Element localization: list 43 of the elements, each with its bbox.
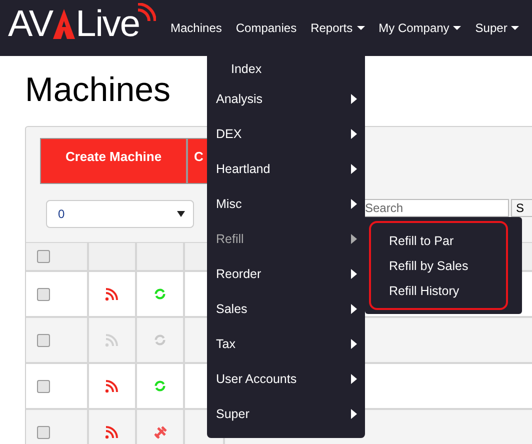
nav-link[interactable]: Reports	[304, 21, 372, 35]
menu-item[interactable]: Heartland	[207, 151, 365, 186]
menu-item[interactable]: User Accounts	[207, 361, 365, 396]
arrow-right-icon	[351, 268, 357, 278]
page-title: Machines	[25, 70, 171, 110]
menu-item[interactable]: Analysis	[207, 81, 365, 116]
arrow-right-icon	[351, 164, 357, 174]
arrow-right-icon	[351, 408, 357, 418]
arrow-right-icon	[351, 198, 357, 208]
arrow-right-icon	[351, 128, 357, 138]
signal-logo-icon	[138, 3, 156, 21]
triangle-logo-icon	[52, 9, 75, 39]
arrow-right-icon	[351, 94, 357, 104]
arrow-right-icon	[351, 234, 357, 244]
logo-text: AV	[8, 7, 53, 41]
submenu-item[interactable]: Refill to Par	[389, 234, 506, 248]
nav-link[interactable]: My Company	[372, 21, 468, 35]
checkbox[interactable]	[37, 426, 50, 438]
arrow-right-icon	[351, 374, 357, 384]
arrow-right-icon	[351, 338, 357, 348]
filter-dropdown[interactable]: 0	[46, 200, 194, 228]
menu-item[interactable]: Tax	[207, 326, 365, 361]
logo-text: Live	[76, 7, 140, 41]
menu-item[interactable]: Index	[207, 56, 365, 81]
checkbox[interactable]	[37, 288, 50, 300]
submenu-item[interactable]: Refill by Sales	[389, 258, 506, 272]
submenu-item[interactable]: Refill History	[389, 284, 506, 298]
menu-item[interactable]: DEX	[207, 116, 365, 151]
menu-item[interactable]: Sales	[207, 291, 365, 326]
menu-item[interactable]: Reorder	[207, 256, 365, 291]
menu-item[interactable]: Refill	[207, 221, 365, 256]
submit-button[interactable]: S	[511, 199, 532, 217]
nav-link[interactable]: Machines	[164, 21, 229, 35]
checkbox[interactable]	[37, 380, 50, 392]
menu-item[interactable]: Super	[207, 396, 365, 431]
checkbox[interactable]	[37, 250, 50, 263]
menu-item[interactable]: Misc	[207, 186, 365, 221]
arrow-right-icon	[351, 304, 357, 314]
nav-link[interactable]: Companies	[228, 21, 304, 35]
search-field[interactable]: Search	[362, 199, 509, 217]
checkbox[interactable]	[37, 334, 50, 346]
nav-link[interactable]: Super	[468, 21, 526, 35]
create-button[interactable]: Create Machine	[40, 138, 187, 184]
